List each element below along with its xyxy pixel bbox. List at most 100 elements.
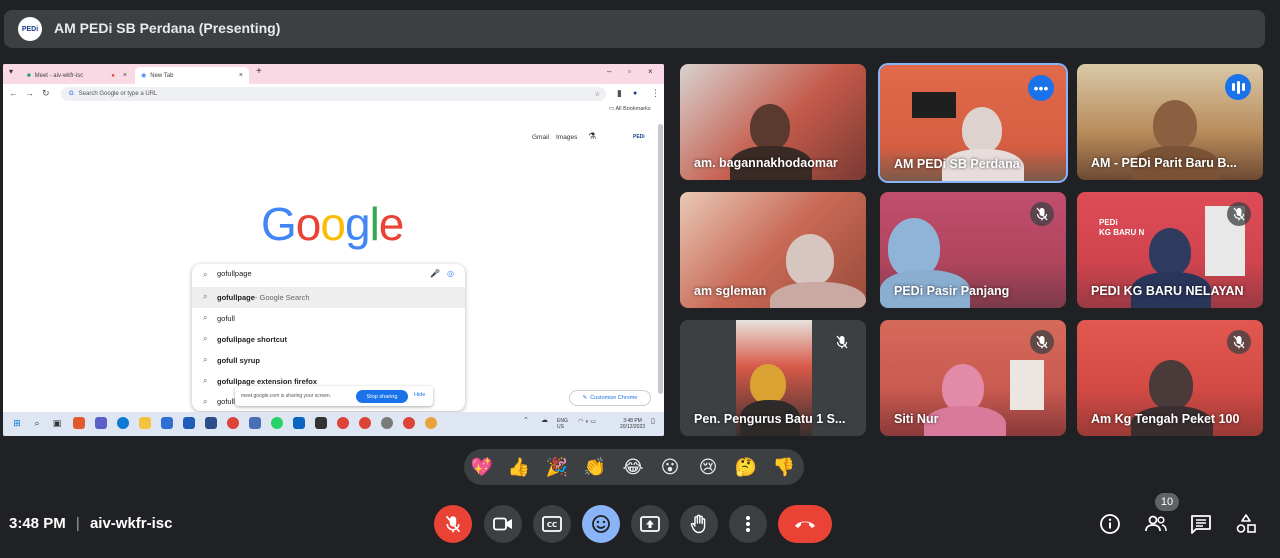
mic-icon[interactable]: 🎤 — [430, 269, 440, 278]
app-icon[interactable] — [73, 417, 85, 429]
windows-start-icon[interactable]: ⊞ — [11, 417, 23, 429]
tray-chevron-icon[interactable]: ⌃ — [523, 417, 529, 424]
search-icon[interactable]: ⌕ — [31, 417, 43, 429]
participant-tile[interactable]: Siti Nur — [880, 320, 1066, 436]
surprised-emoji[interactable]: 😮 — [657, 456, 683, 478]
more-options-icon[interactable]: ••• — [1028, 75, 1054, 101]
scrollbar[interactable] — [658, 124, 663, 394]
app-icon[interactable] — [205, 417, 217, 429]
participant-tile[interactable]: AM - PEDi Parit Baru B... — [1077, 64, 1263, 180]
meeting-details-button[interactable] — [1096, 510, 1124, 538]
sidepanel-icon[interactable]: ▮ — [617, 88, 622, 99]
edge-icon[interactable] — [117, 417, 129, 429]
tray-clock[interactable]: 3:48 PM 20/12/2023 — [620, 418, 645, 430]
mail-icon[interactable] — [161, 417, 173, 429]
lens-icon[interactable]: ◎ — [447, 269, 454, 278]
suggestion-item[interactable]: ⌕ gofullpage shortcut — [192, 329, 465, 350]
tab-new-tab[interactable]: ◉ New Tab × — [135, 67, 249, 84]
people-button[interactable] — [1142, 510, 1170, 538]
task-view-icon[interactable]: ▣ — [51, 417, 63, 429]
suggestion-item[interactable]: ⌕ gofull syrup — [192, 350, 465, 371]
language-indicator[interactable]: ENG US — [557, 418, 568, 430]
present-screen-button[interactable] — [631, 505, 669, 543]
muted-mic-icon — [1227, 330, 1251, 354]
tab-search-icon[interactable]: ▾ — [9, 67, 13, 76]
close-window-icon[interactable]: × — [648, 67, 653, 76]
omnibox[interactable]: G Search Google or type a URL ☆ — [61, 87, 606, 101]
tv-screen — [912, 92, 956, 118]
suggestion-item[interactable]: ⌕ gofullpage - Google Search — [192, 287, 465, 308]
camera-toggle-button[interactable] — [484, 505, 522, 543]
thumbs-up-emoji[interactable]: 👍 — [506, 456, 532, 478]
maximize-icon[interactable]: ▫ — [628, 67, 631, 76]
stop-sharing-button[interactable]: Stop sharing — [356, 390, 408, 403]
participant-tile[interactable]: am sgleman — [680, 192, 866, 308]
captions-button[interactable]: CC — [533, 505, 571, 543]
notification-icon[interactable]: ▯ — [651, 418, 655, 425]
suggestion-item[interactable]: ⌕ gofull — [192, 308, 465, 329]
settings-icon[interactable] — [381, 417, 393, 429]
chrome-icon[interactable] — [403, 417, 415, 429]
muted-mic-icon — [1227, 202, 1251, 226]
clapping-emoji[interactable]: 👏 — [582, 456, 608, 478]
chrome-icon[interactable] — [425, 417, 437, 429]
thinking-emoji[interactable]: 🤔 — [733, 456, 759, 478]
search-icon: ⌕ — [203, 376, 208, 385]
teams-icon[interactable] — [95, 417, 107, 429]
customize-chrome-button[interactable]: ✎ Customize Chrome — [569, 390, 651, 406]
more-options-button[interactable] — [729, 505, 767, 543]
party-popper-emoji[interactable]: 🎉 — [544, 456, 570, 478]
profile-icon[interactable]: ● — [633, 90, 637, 97]
gmail-link[interactable]: Gmail — [532, 134, 549, 141]
thumbs-down-emoji[interactable]: 👎 — [771, 456, 797, 478]
account-avatar[interactable]: PEDi — [633, 134, 645, 140]
participant-tile[interactable]: Am Kg Tengah Peket 100 — [1077, 320, 1263, 436]
outlook-icon[interactable] — [293, 417, 305, 429]
people-icon — [1145, 515, 1167, 532]
images-link[interactable]: Images — [556, 134, 577, 141]
reactions-button[interactable] — [582, 505, 620, 543]
chat-icon — [1191, 515, 1211, 534]
terminal-icon[interactable] — [315, 417, 327, 429]
reload-icon[interactable]: ↻ — [42, 88, 50, 99]
bookmark-star-icon[interactable]: ☆ — [595, 91, 600, 98]
pencil-icon: ✎ — [582, 395, 588, 401]
participant-tile[interactable]: am. bagannakhodaomar — [680, 64, 866, 180]
participant-tile[interactable]: ••• AM PEDi SB Perdana — [880, 65, 1066, 181]
back-icon[interactable]: ← — [9, 88, 18, 98]
search-input[interactable]: gofullpage — [217, 269, 252, 278]
app-icon[interactable] — [249, 417, 261, 429]
sparkling-heart-emoji[interactable]: 💖 — [469, 456, 495, 478]
chrome-icon[interactable] — [227, 417, 239, 429]
laughing-emoji[interactable]: 😂 — [620, 456, 646, 478]
whatsapp-icon[interactable] — [271, 417, 283, 429]
raise-hand-button[interactable] — [680, 505, 718, 543]
all-bookmarks[interactable]: ▭ All Bookmarks — [609, 106, 651, 112]
suggestion-bold: gofullpage shortcut — [217, 335, 287, 344]
labs-icon[interactable]: ⚗ — [588, 131, 596, 142]
microphone-toggle-button[interactable] — [434, 505, 472, 543]
hand-icon — [690, 514, 706, 534]
new-tab-button[interactable]: + — [256, 66, 262, 77]
hide-button[interactable]: Hide — [414, 392, 425, 398]
participant-tile[interactable]: Pen. Pengurus Batu 1 S... — [680, 320, 866, 436]
activities-button[interactable] — [1232, 510, 1260, 538]
menu-icon[interactable]: ⋮ — [651, 88, 660, 99]
wifi-icon[interactable]: ◠ ◖ ▭ — [578, 419, 596, 425]
minimize-icon[interactable]: – — [607, 67, 611, 76]
chat-button[interactable] — [1187, 510, 1215, 538]
chrome-icon[interactable] — [337, 417, 349, 429]
crying-emoji[interactable]: 😢 — [695, 456, 721, 478]
file-explorer-icon[interactable] — [139, 417, 151, 429]
participant-tile[interactable]: PEDi Pasir Panjang — [880, 192, 1066, 308]
participant-tile[interactable]: PEDi KG BARU N PEDI KG BARU NELAYAN — [1077, 192, 1263, 308]
close-icon[interactable]: × — [239, 72, 243, 79]
tab-meet[interactable]: ■ Meet - aiv-wkfr-isc ● × — [21, 67, 133, 84]
store-icon[interactable] — [183, 417, 195, 429]
leave-call-button[interactable] — [778, 505, 832, 543]
onedrive-icon[interactable]: ☁ — [541, 417, 548, 424]
close-icon[interactable]: × — [123, 72, 127, 79]
chrome-icon[interactable] — [359, 417, 371, 429]
forward-icon[interactable]: → — [25, 88, 34, 98]
participant-name: PEDi Pasir Panjang — [894, 284, 1010, 298]
